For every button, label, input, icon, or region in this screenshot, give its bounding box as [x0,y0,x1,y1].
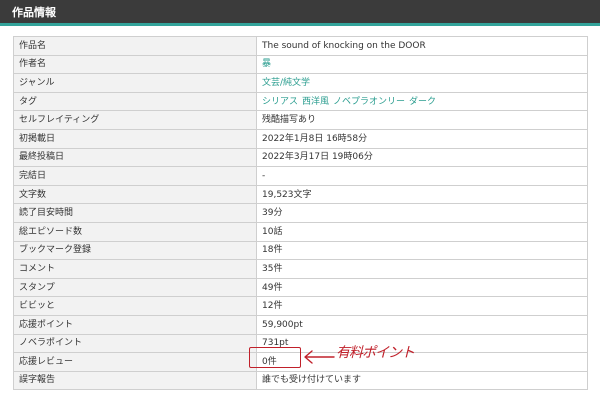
row-value: 59,900pt [256,314,588,335]
table-row: 作品名 The sound of knocking on the DOOR [13,36,588,56]
row-value: シリアス 西洋風 ノベプラオンリー ダーク [256,91,588,112]
row-value: 18件 [256,240,588,261]
table-row: 最終投稿日 2022年3月17日 19時06分 [13,147,588,168]
table-row: スタンプ 49件 [13,277,588,298]
row-label: コメント [13,259,257,279]
row-value: 10話 [256,221,588,242]
row-value: 2022年1月8日 16時58分 [256,128,588,149]
row-value: The sound of knocking on the DOOR [256,36,588,56]
row-label: 応援レビュー [13,352,257,372]
row-label: 最終投稿日 [13,147,257,168]
row-label: ジャンル [13,73,257,93]
row-value: - [256,166,588,186]
row-value: 残酷描写あり [256,110,588,130]
table-row: ビビッと 12件 [13,296,588,316]
row-value: 35件 [256,259,588,279]
section-title: 作品情報 [12,6,56,19]
row-label: 作品名 [13,36,257,56]
tag-link[interactable]: 西洋風 [302,97,329,107]
table-row: ブックマーク登録 18件 [13,240,588,261]
table-row: セルフレイティング 残酷描写あり [13,110,588,130]
tag-link[interactable]: シリアス [262,97,298,107]
table-row: コメント 35件 [13,259,588,279]
table-row: 文字数 19,523文字 [13,184,588,205]
row-value: 2022年3月17日 19時06分 [256,147,588,168]
row-value: 49件 [256,277,588,298]
section-header: 作品情報 [0,0,600,26]
row-label: ブックマーク登録 [13,240,257,261]
row-label: タグ [13,91,257,112]
row-label: 読了目安時間 [13,203,257,223]
row-label: 総エピソード数 [13,221,257,242]
genre-link[interactable]: 文芸/純文学 [262,78,310,88]
row-label: スタンプ [13,277,257,298]
row-value: 暴 [256,54,588,75]
table-row: ジャンル 文芸/純文学 [13,73,588,93]
table-row: 総エピソード数 10話 [13,221,588,242]
author-link[interactable]: 暴 [262,59,271,69]
row-value: 誰でも受け付けています [256,370,588,391]
row-label: ビビッと [13,296,257,316]
annotation-note: 有料ポイント [336,345,415,361]
row-label: 完結日 [13,166,257,186]
table-row: タグ シリアス 西洋風 ノベプラオンリー ダーク [13,91,588,112]
row-label: セルフレイティング [13,110,257,130]
row-value: 12件 [256,296,588,316]
tag-link[interactable]: ノベプラオンリー [333,97,405,107]
row-label: ノベラポイント [13,333,257,354]
tag-link[interactable]: ダーク [409,97,436,107]
arrow-left-icon [304,350,335,364]
work-info-table: 作品名 The sound of knocking on the DOOR 作者… [13,36,588,391]
table-row: 作者名 暴 [13,54,588,75]
table-row: 応援ポイント 59,900pt [13,314,588,335]
row-value: 39分 [256,203,588,223]
row-label: 応援ポイント [13,314,257,335]
table-row: 誤字報告 誰でも受け付けています [13,370,588,391]
row-label: 作者名 [13,54,257,75]
row-value: 19,523文字 [256,184,588,205]
annotation-highlight-box [249,347,301,368]
row-label: 文字数 [13,184,257,205]
table-row: 初掲載日 2022年1月8日 16時58分 [13,128,588,149]
row-label: 初掲載日 [13,128,257,149]
row-value: 文芸/純文学 [256,73,588,93]
table-row: 読了目安時間 39分 [13,203,588,223]
table-row: 完結日 - [13,166,588,186]
row-label: 誤字報告 [13,370,257,391]
